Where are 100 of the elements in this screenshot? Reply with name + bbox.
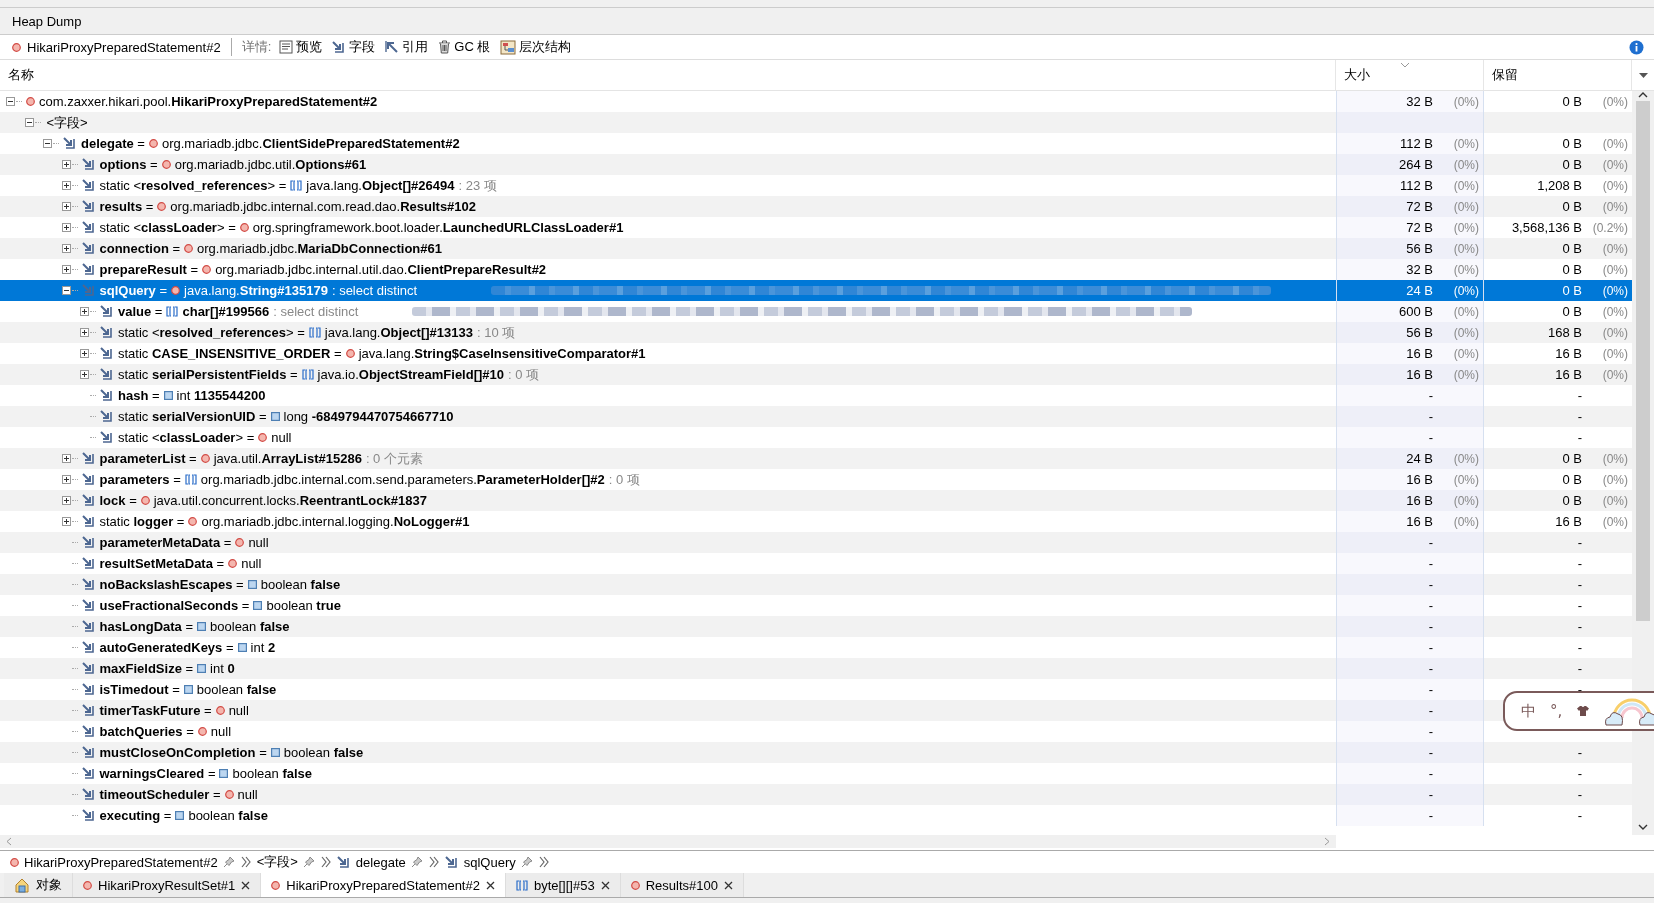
retained-value: 1,208 B bbox=[1537, 178, 1582, 193]
value-note: : 10 项 bbox=[477, 323, 516, 342]
retained-percent: (0%) bbox=[1601, 94, 1628, 109]
size-value: 112 B bbox=[1400, 178, 1433, 193]
value-text: char[]#199566 bbox=[182, 304, 270, 319]
size-percent: (0%) bbox=[1452, 94, 1479, 109]
size-percent: (0%) bbox=[1452, 283, 1479, 298]
size-percent: (0%) bbox=[1452, 199, 1479, 214]
field-label: autoGeneratedKeys = bbox=[99, 640, 234, 655]
value-text: java.lang.String$CaseInsensitiveComparator#1 bbox=[358, 346, 646, 361]
retained-percent: (0%) bbox=[1601, 514, 1628, 529]
field-label: parameterList = bbox=[99, 451, 197, 466]
value-text: null bbox=[241, 556, 262, 571]
retained-value: - bbox=[1577, 766, 1582, 781]
retained-value: - bbox=[1577, 598, 1582, 613]
size-value: 32 B bbox=[1406, 94, 1433, 109]
value-text: boolean false bbox=[283, 745, 364, 760]
field-label: noBackslashEscapes = bbox=[99, 577, 244, 592]
size-percent: (0%) bbox=[1452, 178, 1479, 193]
value-text: int 0 bbox=[210, 661, 235, 676]
size-value: 16 B bbox=[1406, 346, 1433, 361]
field-label: static <classLoader> = bbox=[118, 430, 255, 445]
retained-value: 0 B bbox=[1562, 136, 1582, 151]
size-percent: (0%) bbox=[1452, 472, 1479, 487]
retained-value: 0 B bbox=[1562, 283, 1582, 298]
field-label: mustCloseOnCompletion = bbox=[99, 745, 267, 760]
size-value: 24 B bbox=[1406, 283, 1433, 298]
size-value: 16 B bbox=[1406, 472, 1433, 487]
size-value: 600 B bbox=[1399, 304, 1433, 319]
retained-percent: (0%) bbox=[1601, 493, 1628, 508]
retained-value: - bbox=[1577, 682, 1582, 697]
retained-percent: (0%) bbox=[1601, 346, 1628, 361]
retained-value: 16 B bbox=[1555, 367, 1582, 382]
field-label: hash = bbox=[118, 388, 160, 403]
object-name: HikariProxyPreparedStatement#2 bbox=[27, 39, 221, 55]
size-value: 16 B bbox=[1406, 493, 1433, 508]
value-text: org.mariadb.jdbc.internal.logging.NoLogger#1 bbox=[201, 514, 470, 529]
retained-value: 0 B bbox=[1562, 493, 1582, 508]
retained-percent: (0%) bbox=[1601, 283, 1628, 298]
field-label: batchQueries = bbox=[99, 724, 194, 739]
field-label: options = bbox=[99, 157, 158, 172]
size-value: - bbox=[1428, 640, 1433, 655]
group-label: <字段> bbox=[45, 113, 88, 132]
retained-value: 0 B bbox=[1562, 157, 1582, 172]
value-text: java.lang.Object[]#26494 bbox=[306, 178, 455, 193]
value-text: org.mariadb.jdbc.util.Options#61 bbox=[174, 157, 367, 172]
field-label: isTimedout = bbox=[99, 682, 180, 697]
retained-value: - bbox=[1577, 640, 1582, 655]
retained-percent: (0%) bbox=[1601, 136, 1628, 151]
retained-value: 0 B bbox=[1562, 241, 1582, 256]
retained-value: - bbox=[1577, 619, 1582, 634]
size-value: - bbox=[1428, 409, 1433, 424]
retained-value: - bbox=[1577, 409, 1582, 424]
value-text: boolean false bbox=[260, 577, 341, 592]
size-value: - bbox=[1428, 766, 1433, 781]
retained-value: - bbox=[1577, 661, 1582, 676]
value-text: null bbox=[271, 430, 292, 445]
retained-percent: (0%) bbox=[1601, 178, 1628, 193]
field-label: timeoutScheduler = bbox=[99, 787, 221, 802]
size-value: 56 B bbox=[1406, 241, 1433, 256]
retained-value: 0 B bbox=[1562, 304, 1582, 319]
size-value: 16 B bbox=[1406, 514, 1433, 529]
object-label: com.zaxxer.hikari.pool.HikariProxyPreparedStatement#2 bbox=[39, 94, 378, 109]
retained-value: 0 B bbox=[1562, 199, 1582, 214]
retained-value: 0 B bbox=[1562, 472, 1582, 487]
retained-percent: (0%) bbox=[1601, 451, 1628, 466]
size-percent: (0%) bbox=[1452, 346, 1479, 361]
field-label: warningsCleared = bbox=[99, 766, 216, 781]
size-value: - bbox=[1428, 535, 1433, 550]
value-text: int 1135544200 bbox=[176, 388, 266, 403]
size-percent: (0%) bbox=[1452, 304, 1479, 319]
size-value: - bbox=[1428, 808, 1433, 823]
field-label: maxFieldSize = bbox=[99, 661, 194, 676]
retained-value: - bbox=[1577, 556, 1582, 571]
value-note: : 23 项 bbox=[458, 176, 497, 195]
retained-value: 16 B bbox=[1555, 346, 1582, 361]
value-text: int 2 bbox=[250, 640, 276, 655]
field-label: resultSetMetaData = bbox=[99, 556, 225, 571]
retained-value: 0 B bbox=[1562, 94, 1582, 109]
value-text: org.mariadb.jdbc.MariaDbConnection#61 bbox=[197, 241, 442, 256]
size-value: - bbox=[1428, 745, 1433, 760]
value-note: : 0 个元素 bbox=[365, 449, 423, 468]
field-label: timerTaskFuture = bbox=[99, 703, 212, 718]
value-text: java.lang.String#135179 bbox=[184, 283, 328, 298]
size-percent: (0%) bbox=[1452, 262, 1479, 277]
retained-value: - bbox=[1577, 388, 1582, 403]
size-value: 112 B bbox=[1400, 136, 1433, 151]
size-value: - bbox=[1428, 619, 1433, 634]
value-text: boolean true bbox=[266, 598, 341, 613]
value-text: boolean false bbox=[232, 766, 312, 781]
size-percent: (0%) bbox=[1452, 325, 1479, 340]
retained-percent: (0%) bbox=[1601, 304, 1628, 319]
field-label: value = bbox=[118, 304, 163, 319]
size-value: - bbox=[1428, 577, 1433, 592]
value-note: : select distinct bbox=[273, 304, 359, 319]
value-text: java.util.concurrent.locks.ReentrantLock#1837 bbox=[153, 493, 427, 508]
size-value: 72 B bbox=[1406, 220, 1433, 235]
size-value: - bbox=[1428, 430, 1433, 445]
field-label: static <classLoader> = bbox=[99, 220, 236, 235]
size-value: - bbox=[1428, 703, 1433, 718]
